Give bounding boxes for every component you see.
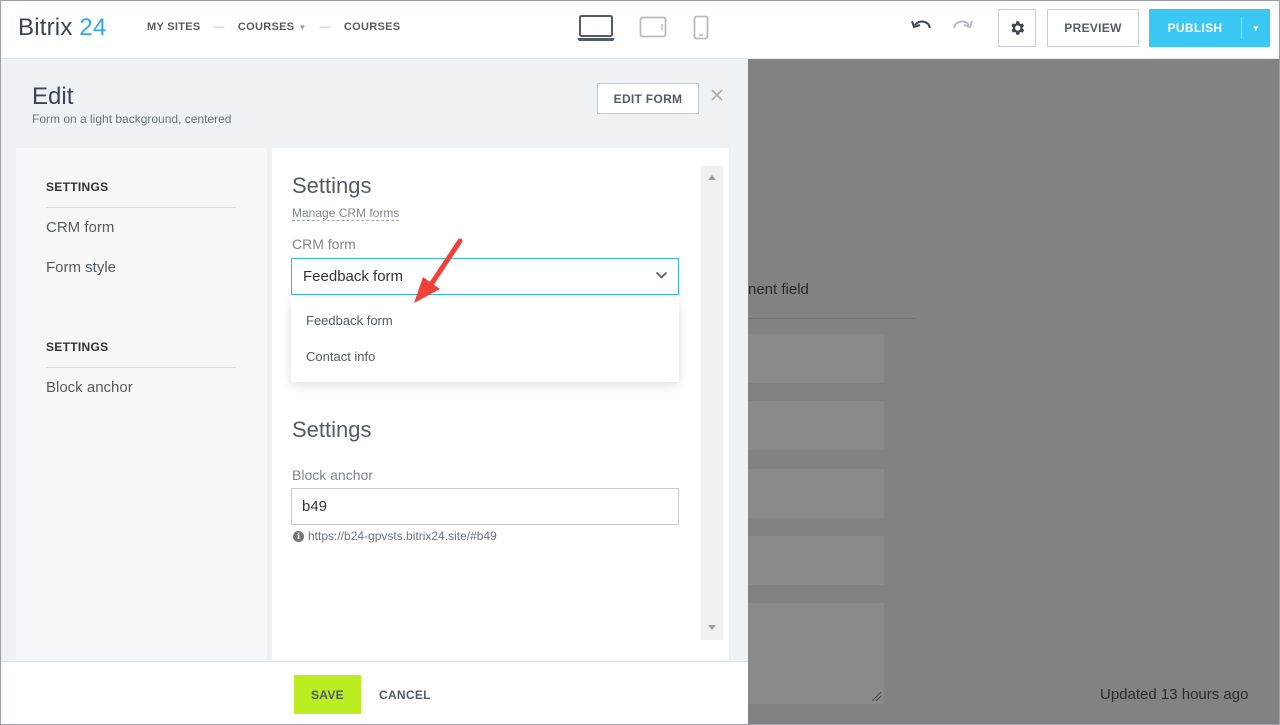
desktop-icon[interactable] [576,14,616,42]
sidenav-item-block-anchor[interactable]: Block anchor [46,379,133,396]
background-field-label: nent field [748,281,809,298]
crm-form-label: CRM form [292,236,356,252]
panel-footer: SAVE CANCEL [1,661,748,725]
sidenav-item-crm-form[interactable]: CRM form [46,219,114,236]
panel-title: Edit [32,83,74,110]
breadcrumb-courses-page[interactable]: COURSES [344,21,401,33]
breadcrumb-courses-label: COURSES [237,21,295,33]
breadcrumb: MY SITES — COURSES ▼ — COURSES [147,21,400,33]
block-anchor-input[interactable]: b49 [291,488,679,525]
edit-panel: Edit Form on a light background, centere… [1,59,748,725]
mobile-icon[interactable] [693,15,709,41]
breadcrumb-my-sites[interactable]: MY SITES [147,21,201,33]
save-button[interactable]: SAVE [294,675,361,714]
breadcrumb-courses-dropdown[interactable]: COURSES ▼ [238,21,307,33]
settings-content: Settings Manage CRM forms CRM form Feedb… [272,148,729,660]
dropdown-option-feedback-form[interactable]: Feedback form [306,313,393,328]
block-anchor-label: Block anchor [292,467,373,483]
section-title: Settings [292,173,372,198]
bitrix24-logo[interactable]: Bitrix 24 [18,14,107,42]
background-divider [748,318,916,319]
redo-icon[interactable] [950,17,974,37]
cancel-button[interactable]: CANCEL [379,675,431,714]
tablet-icon[interactable] [639,16,667,38]
block-anchor-value: b49 [302,498,328,515]
settings-sidenav: SETTINGS CRM form Form style SETTINGS Bl… [16,148,267,660]
textarea-resize-icon [871,691,882,702]
dropdown-option-contact-info[interactable]: Contact info [306,349,375,364]
scroll-up-icon[interactable] [707,174,717,181]
preview-button[interactable]: PREVIEW [1047,9,1139,47]
scroll-down-icon[interactable] [707,624,717,631]
info-icon: i [293,530,304,542]
background-form-field [748,536,884,585]
undo-icon[interactable] [910,17,934,37]
crm-form-select[interactable]: Feedback form [291,258,679,295]
publish-dropdown-caret-icon[interactable]: ▼ [1242,24,1270,33]
close-icon[interactable] [710,88,724,102]
section-title: Settings [292,417,372,442]
gear-icon [1011,21,1025,35]
content-scrollbar[interactable] [701,166,723,640]
publish-button[interactable]: PUBLISH ▼ [1149,9,1270,47]
logo-text: Bitrix [18,14,73,41]
crm-form-selected-value: Feedback form [303,268,404,285]
sidenav-heading: SETTINGS [46,180,109,194]
crm-form-dropdown: Feedback form Contact info [291,298,679,382]
anchor-url: https://b24-gpvsts.bitrix24.site/#b49 [308,529,497,543]
background-form-field [748,469,884,518]
settings-button[interactable] [998,9,1036,47]
background-form-field [748,334,884,383]
sidenav-item-form-style[interactable]: Form style [46,259,116,276]
publish-label: PUBLISH [1167,21,1223,35]
sidenav-divider [46,207,236,208]
top-bar: Bitrix 24 MY SITES — COURSES▼ — COURSES [0,0,1280,59]
breadcrumb-separator: — [319,21,331,33]
sidenav-heading: SETTINGS [46,340,109,354]
background-form-textarea [748,603,884,704]
background-form-field [748,401,884,450]
updated-status: Updated 13 hours ago [1100,686,1249,703]
caret-down-icon: ▼ [298,23,307,32]
sidenav-divider [46,367,236,368]
annotation-arrow-icon [414,238,463,303]
chevron-down-icon [655,271,668,279]
logo-number: 24 [79,14,107,41]
anchor-url-hint: i https://b24-gpvsts.bitrix24.site/#b49 [293,529,497,543]
breadcrumb-separator: — [213,21,225,33]
manage-crm-forms-link[interactable]: Manage CRM forms [292,207,400,221]
panel-subtitle: Form on a light background, centered [32,112,232,126]
edit-form-button[interactable]: EDIT FORM [597,83,699,114]
